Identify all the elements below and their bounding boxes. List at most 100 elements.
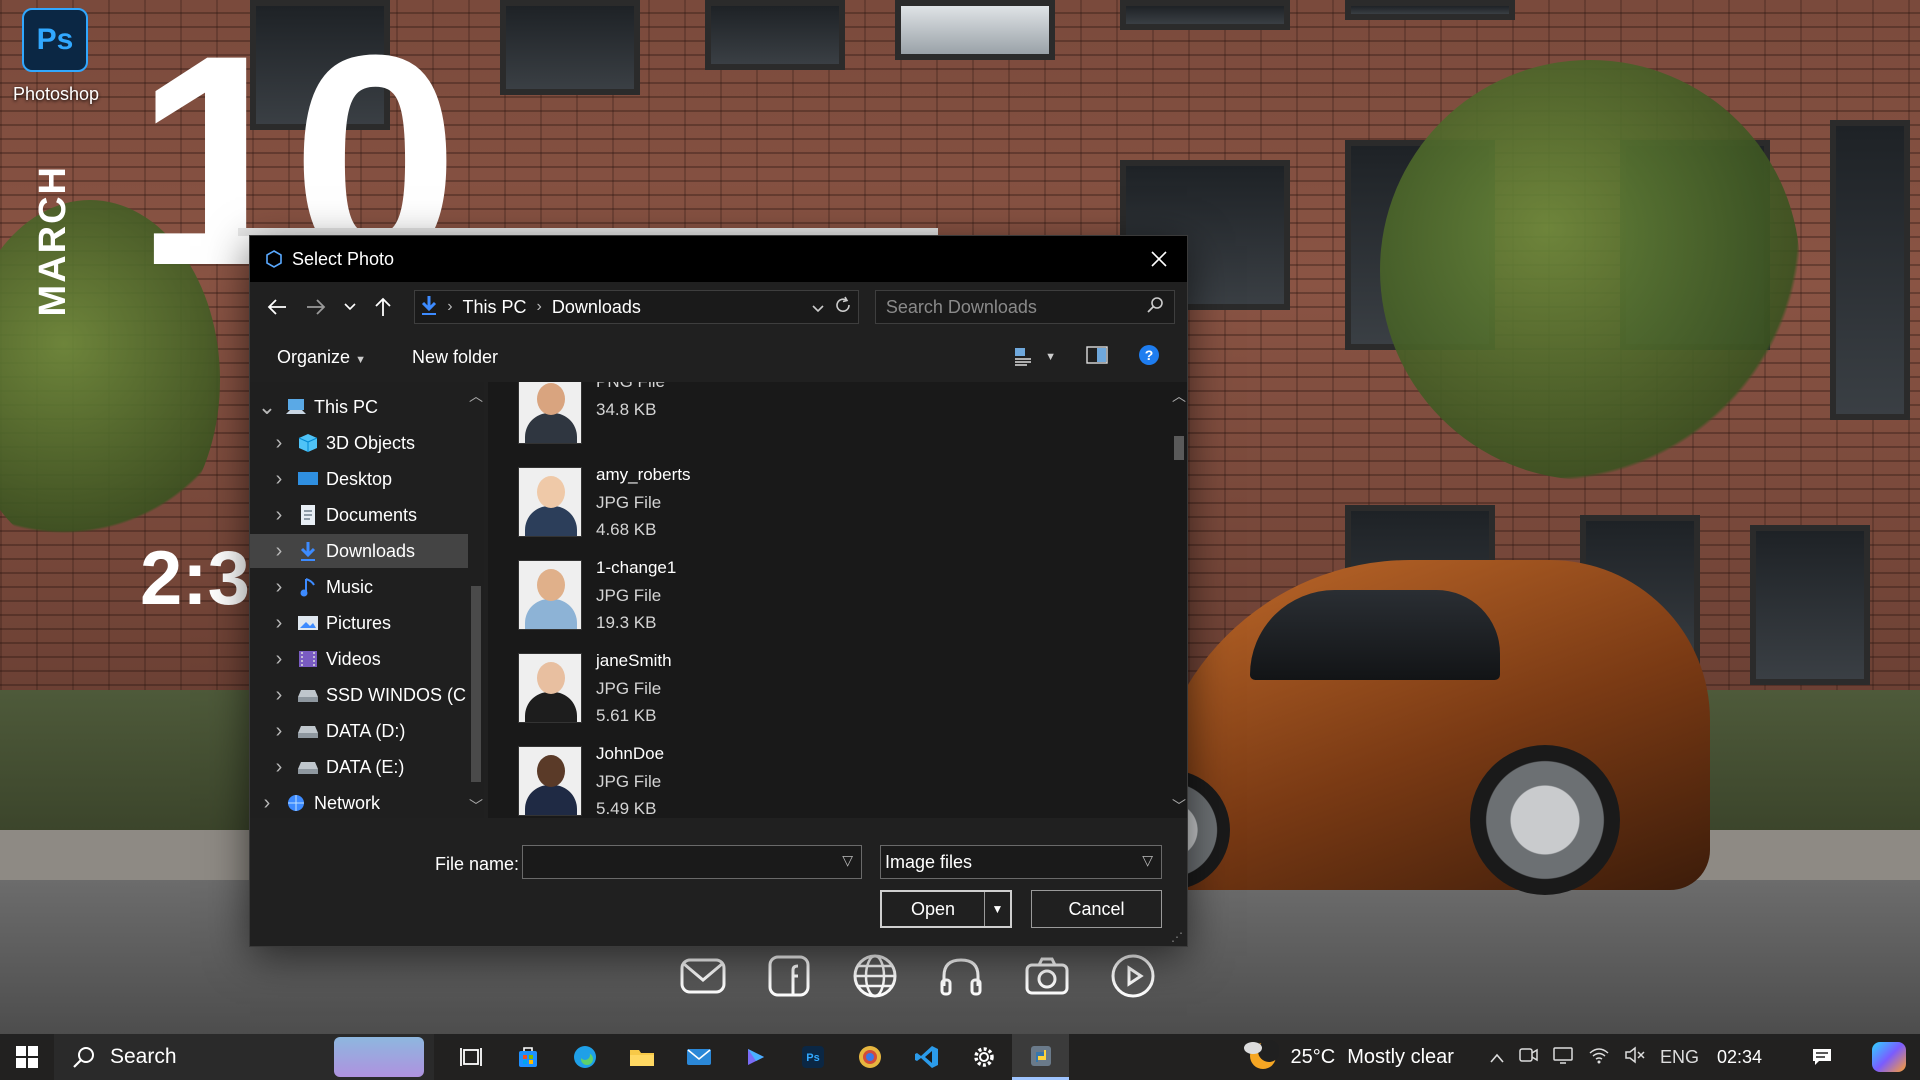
chevron-right-icon[interactable]: ›	[262, 684, 296, 707]
file-type-select[interactable]: Image files ▽	[880, 845, 1162, 879]
chevron-right-icon[interactable]: ›	[262, 576, 296, 599]
copilot-icon[interactable]	[1872, 1042, 1906, 1072]
chevron-right-icon[interactable]: ›	[262, 432, 296, 455]
address-history-button[interactable]	[812, 297, 824, 318]
chevron-right-icon[interactable]: ›	[262, 720, 296, 743]
nav-item-network[interactable]: › Network	[250, 786, 468, 818]
search-box[interactable]: Search Downloads	[874, 290, 1176, 324]
clipchamp-icon[interactable]	[727, 1034, 784, 1080]
help-icon: ?	[1139, 344, 1159, 365]
back-button[interactable]	[262, 292, 292, 322]
chevron-right-icon[interactable]: ›	[262, 504, 296, 527]
chevron-down-icon	[344, 303, 356, 311]
photoshop-icon[interactable]: Ps	[784, 1034, 841, 1080]
show-hidden-icons-button[interactable]	[1490, 1047, 1504, 1068]
breadcrumb-this-pc[interactable]: This PC	[463, 297, 527, 318]
start-button[interactable]	[0, 1034, 54, 1080]
chevron-right-icon[interactable]: ›	[262, 612, 296, 635]
recent-locations-button[interactable]	[341, 292, 359, 322]
close-icon	[1151, 251, 1167, 267]
scroll-down-arrow[interactable]: ﹀	[468, 796, 484, 816]
new-folder-button[interactable]: New folder	[412, 347, 498, 368]
close-button[interactable]	[1131, 236, 1187, 282]
taskbar-clock[interactable]: 02:34	[1717, 1047, 1762, 1068]
nav-item-ssd-windos-c[interactable]: › SSD WINDOS (C	[250, 678, 468, 712]
chevron-right-icon[interactable]: ›	[250, 792, 284, 815]
chevron-down-icon[interactable]: ⌄	[250, 394, 284, 420]
notifications-button[interactable]	[1802, 1047, 1842, 1067]
organize-button[interactable]: Organize ▼	[277, 347, 366, 368]
chrome-canary-icon[interactable]	[841, 1034, 898, 1080]
open-button[interactable]: Open ▼	[880, 890, 1012, 928]
resize-grip-icon[interactable]: ⋰	[1171, 930, 1183, 944]
scrollbar-thumb[interactable]	[471, 586, 481, 782]
file-item[interactable]: PNG File 34.8 KB	[518, 382, 1118, 460]
camera-icon[interactable]	[1019, 948, 1075, 1004]
task-view-icon[interactable]	[442, 1034, 499, 1080]
nav-item-music[interactable]: › Music	[250, 570, 468, 604]
nav-item-label: DATA (D:)	[326, 720, 406, 741]
file-item[interactable]: 1-change1 JPG File 19.3 KB	[518, 554, 1118, 646]
refresh-button[interactable]	[834, 296, 852, 319]
photoshop-shortcut-label[interactable]: Photoshop	[8, 84, 104, 105]
preview-pane-button[interactable]	[1086, 345, 1108, 369]
chevron-right-icon[interactable]: ›	[262, 648, 296, 671]
edge-icon[interactable]	[556, 1034, 613, 1080]
chevron-right-icon[interactable]: ›	[262, 540, 296, 563]
play-icon[interactable]	[1105, 948, 1161, 1004]
breadcrumb-downloads[interactable]: Downloads	[552, 297, 641, 318]
scrollbar-thumb[interactable]	[1174, 436, 1184, 460]
mail-icon[interactable]	[675, 948, 731, 1004]
file-explorer-icon[interactable]	[613, 1034, 670, 1080]
file-name-input[interactable]: ▽	[522, 845, 862, 879]
meet-now-icon[interactable]	[1518, 1046, 1538, 1069]
change-view-button[interactable]: ▼	[1013, 346, 1056, 368]
nav-item-documents[interactable]: › Documents	[250, 498, 468, 532]
nav-item-3d-objects[interactable]: › 3D Objects	[250, 426, 468, 460]
nav-item-data-e[interactable]: › DATA (E:)	[250, 750, 468, 784]
scroll-down-arrow[interactable]: ﹀	[1171, 796, 1187, 816]
file-list-scrollbar[interactable]: ︿ ﹀	[1171, 382, 1187, 818]
store-icon[interactable]	[499, 1034, 556, 1080]
file-item[interactable]: amy_roberts JPG File 4.68 KB	[518, 461, 1118, 553]
globe-icon[interactable]	[847, 948, 903, 1004]
open-options-button[interactable]: ▼	[984, 892, 1010, 926]
search-input[interactable]: Search Downloads	[886, 297, 1146, 318]
weather-widget[interactable]: 25°C Mostly clear	[1243, 1040, 1454, 1074]
wifi-icon[interactable]	[1588, 1046, 1610, 1069]
taskbar-search[interactable]: Search	[54, 1034, 434, 1080]
python-icon[interactable]	[1012, 1034, 1069, 1080]
cancel-button[interactable]: Cancel	[1031, 890, 1162, 928]
navigation-scrollbar[interactable]: ︿ ﹀	[468, 382, 484, 818]
address-bar[interactable]: › This PC › Downloads	[414, 290, 859, 324]
display-settings-icon[interactable]	[1552, 1046, 1574, 1069]
forward-button[interactable]	[302, 292, 332, 322]
help-button[interactable]: ?	[1138, 344, 1160, 371]
scroll-up-arrow[interactable]: ︿	[468, 386, 484, 406]
vscode-icon[interactable]	[898, 1034, 955, 1080]
chevron-right-icon[interactable]: ›	[262, 468, 296, 491]
facebook-icon[interactable]	[761, 948, 817, 1004]
settings-icon[interactable]	[955, 1034, 1012, 1080]
chevron-down-icon[interactable]: ▽	[842, 852, 853, 869]
nav-item-videos[interactable]: › Videos	[250, 642, 468, 676]
nav-item-desktop[interactable]: › Desktop	[250, 462, 468, 496]
up-button[interactable]	[369, 292, 399, 322]
dialog-titlebar[interactable]: Select Photo	[250, 236, 1187, 282]
chevron-right-icon[interactable]: ›	[262, 756, 296, 779]
scroll-up-arrow[interactable]: ︿	[1171, 386, 1187, 406]
mail-icon[interactable]	[670, 1034, 727, 1080]
nav-item-downloads[interactable]: › Downloads	[250, 534, 468, 568]
nav-item-this-pc[interactable]: ⌄ This PC	[250, 390, 468, 424]
computer-icon	[284, 396, 308, 418]
volume-muted-icon[interactable]	[1624, 1045, 1646, 1069]
nav-item-data-d[interactable]: › DATA (D:)	[250, 714, 468, 748]
breadcrumb-separator: ›	[447, 298, 453, 315]
caret-down-icon: ▼	[1045, 351, 1056, 363]
headphones-icon[interactable]	[933, 948, 989, 1004]
file-item[interactable]: JohnDoe JPG File 5.49 KB	[518, 740, 1118, 818]
language-indicator[interactable]: ENG	[1660, 1047, 1699, 1068]
file-item[interactable]: janeSmith JPG File 5.61 KB	[518, 647, 1118, 739]
photoshop-shortcut-icon[interactable]: Ps	[22, 8, 88, 72]
nav-item-pictures[interactable]: › Pictures	[250, 606, 468, 640]
